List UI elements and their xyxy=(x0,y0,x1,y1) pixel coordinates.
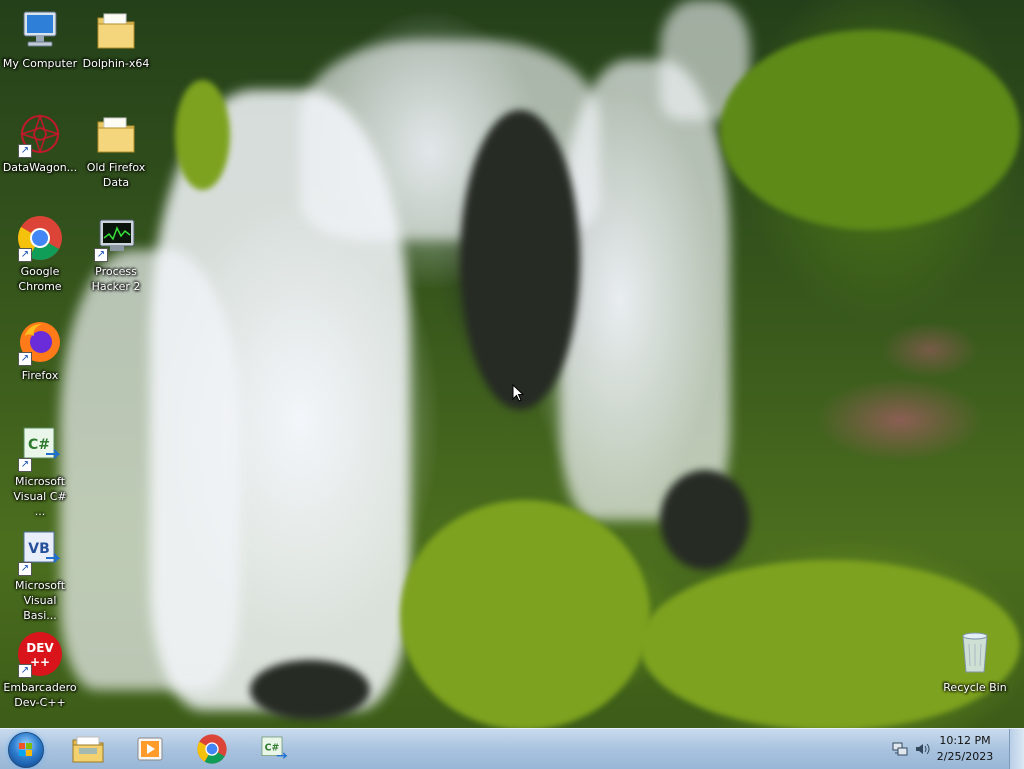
desktop-icon-visual-basic[interactable]: VB ↗ Microsoft Visual Basi... xyxy=(0,528,80,623)
wallpaper-rock xyxy=(250,660,370,720)
recycle-bin-icon xyxy=(951,630,999,678)
desktop-icon-recycle-bin[interactable]: Recycle Bin xyxy=(935,630,1015,695)
svg-text:C#: C# xyxy=(28,437,50,453)
clock[interactable]: 10:12 PM 2/25/2023 xyxy=(930,733,1000,765)
devcpp-icon: DEV ++ ↗ xyxy=(16,630,64,678)
shortcut-arrow-icon: ↗ xyxy=(94,248,108,262)
svg-text:++: ++ xyxy=(30,655,50,669)
shortcut-arrow-icon: ↗ xyxy=(18,562,32,576)
folder-icon xyxy=(92,6,140,54)
show-desktop-button[interactable] xyxy=(1009,729,1024,769)
desktop-icon-my-computer[interactable]: My Computer xyxy=(0,6,80,71)
shortcut-arrow-icon: ↗ xyxy=(18,144,32,158)
chrome-icon: ↗ xyxy=(16,214,64,262)
start-button[interactable] xyxy=(6,731,46,768)
wallpaper-waterfall xyxy=(560,60,730,520)
desktop-icon-dolphin-x64[interactable]: Dolphin-x64 xyxy=(76,6,156,71)
clock-date: 2/25/2023 xyxy=(936,750,994,763)
folder-icon xyxy=(92,110,140,158)
icon-label: Dolphin-x64 xyxy=(82,57,150,70)
windows-start-icon xyxy=(8,732,44,768)
shortcut-arrow-icon: ↗ xyxy=(18,664,32,678)
icon-label: Old Firefox Data xyxy=(86,161,146,189)
chrome-icon xyxy=(197,734,227,764)
volume-icon[interactable] xyxy=(914,741,930,757)
network-icon[interactable] xyxy=(892,741,908,757)
desktop-icon-process-hacker-2[interactable]: ↗ Process Hacker 2 xyxy=(76,214,156,294)
wallpaper-moss xyxy=(175,80,230,190)
mouse-cursor-icon xyxy=(512,384,524,402)
visual-csharp-icon: C# ↗ xyxy=(16,424,64,472)
desktop-icon-visual-csharp[interactable]: C# ↗ Microsoft Visual C# ... xyxy=(0,424,80,519)
wallpaper-rock xyxy=(660,470,750,570)
shortcut-arrow-icon: ↗ xyxy=(18,352,32,366)
icon-label: Process Hacker 2 xyxy=(91,265,141,293)
clock-time: 10:12 PM xyxy=(939,734,991,747)
firefox-icon: ↗ xyxy=(16,318,64,366)
icon-label: Firefox xyxy=(21,369,59,382)
file-explorer-icon xyxy=(72,736,104,763)
taskbar-visual-csharp-button[interactable]: C# xyxy=(246,731,302,767)
wallpaper-waterfall xyxy=(60,250,240,690)
wallpaper-moss xyxy=(720,30,1020,230)
icon-label: Embarcadero Dev-C++ xyxy=(3,681,77,709)
desktop-icon-google-chrome[interactable]: ↗ Google Chrome xyxy=(0,214,80,294)
icon-label: DataWagon... xyxy=(2,161,78,174)
icon-label: Microsoft Visual Basi... xyxy=(14,579,66,622)
datawagon-icon: ↗ xyxy=(16,110,64,158)
shortcut-arrow-icon: ↗ xyxy=(18,458,32,472)
computer-icon xyxy=(16,6,64,54)
shortcut-arrow-icon: ↗ xyxy=(18,248,32,262)
svg-text:DEV: DEV xyxy=(26,641,54,655)
icon-label: Microsoft Visual C# ... xyxy=(13,475,67,518)
taskbar-explorer-button[interactable] xyxy=(60,731,116,767)
system-tray: 10:12 PM 2/25/2023 xyxy=(884,729,1024,769)
desktop-icon-embarcadero-devcpp[interactable]: DEV ++ ↗ Embarcadero Dev-C++ xyxy=(0,630,80,710)
desktop-icon-old-firefox-data[interactable]: Old Firefox Data xyxy=(76,110,156,190)
visual-basic-icon: VB ↗ xyxy=(16,528,64,576)
taskbar[interactable]: C# 10:12 PM 2/25/2023 xyxy=(0,728,1024,769)
taskbar-media-player-button[interactable] xyxy=(122,731,178,767)
desktop-icon-firefox[interactable]: ↗ Firefox xyxy=(0,318,80,383)
process-hacker-icon: ↗ xyxy=(92,214,140,262)
icon-label: Google Chrome xyxy=(18,265,62,293)
visual-csharp-icon: C# xyxy=(261,736,288,759)
media-player-icon xyxy=(137,737,163,761)
desktop-wallpaper[interactable]: My Computer Dolphin-x64 ↗ DataWagon... O… xyxy=(0,0,1024,728)
wallpaper-rock xyxy=(460,110,580,410)
svg-text:VB: VB xyxy=(28,541,50,557)
icon-label: Recycle Bin xyxy=(943,681,1007,694)
desktop-icon-datawagon[interactable]: ↗ DataWagon... xyxy=(0,110,80,175)
taskbar-chrome-button[interactable] xyxy=(184,731,240,767)
wallpaper-moss xyxy=(400,500,650,728)
icon-label: My Computer xyxy=(2,57,78,70)
svg-text:C#: C# xyxy=(265,742,280,753)
